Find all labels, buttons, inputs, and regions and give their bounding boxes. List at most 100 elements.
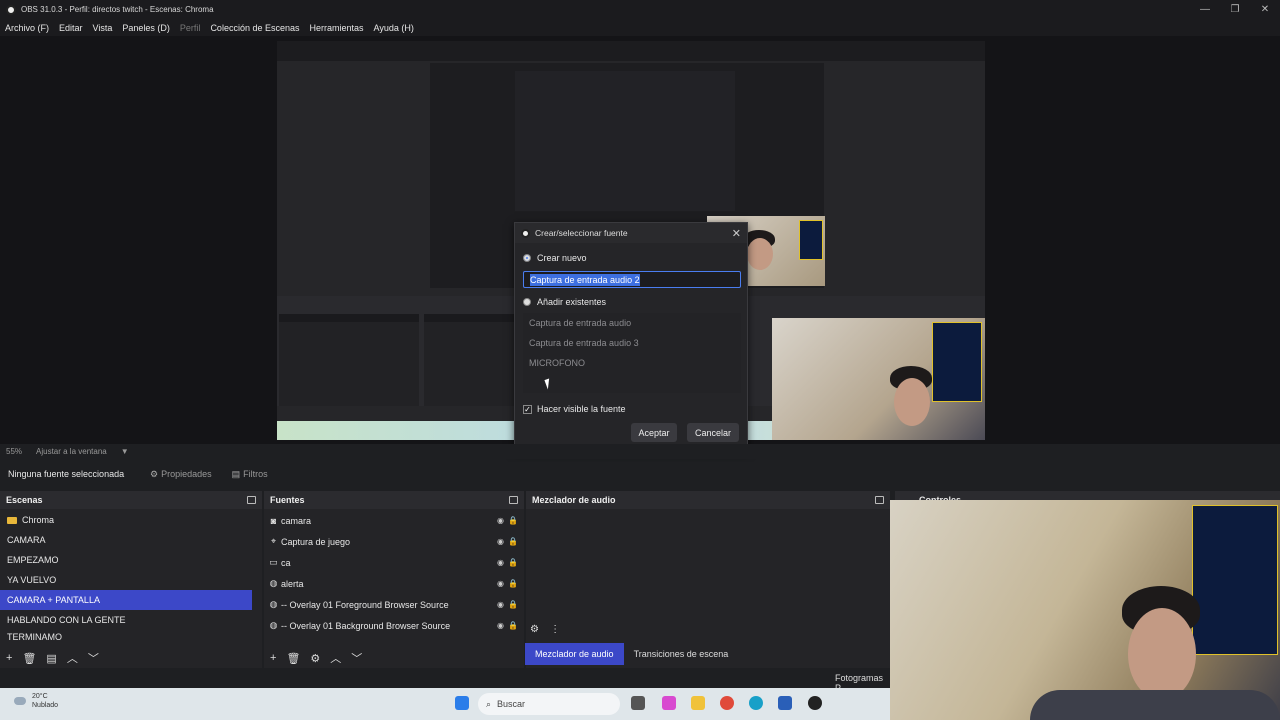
properties-button[interactable]: ⚙ Propiedades: [140, 469, 222, 480]
cancel-button[interactable]: Cancelar: [687, 423, 739, 442]
weather-temp: 20°C: [32, 693, 48, 700]
gear-icon[interactable]: ⚙: [530, 624, 539, 635]
weather-widget[interactable]: 20°C Nublado: [14, 692, 58, 710]
existing-sources-list[interactable]: Captura de entrada audio Captura de entr…: [523, 313, 741, 393]
mixer-tools: ⚙ ⋮: [530, 624, 560, 635]
menu-perfil[interactable]: Perfil: [175, 23, 206, 33]
visible-checkbox[interactable]: ✓ Hacer visible la fuente: [523, 404, 626, 414]
face-image: [894, 378, 930, 426]
trash-icon[interactable]: 🗑: [286, 652, 300, 665]
scene-item-hablando[interactable]: HABLANDO CON LA GENTE: [0, 610, 252, 630]
eye-icon[interactable]: ◉: [497, 621, 504, 630]
scene-item-chroma[interactable]: Chroma: [0, 510, 252, 530]
undock-icon[interactable]: [875, 496, 884, 504]
accept-button[interactable]: Aceptar: [631, 423, 677, 442]
radio-add-existing[interactable]: Añadir existentes: [523, 297, 606, 307]
eye-icon[interactable]: ◉: [497, 600, 504, 609]
taskbar-search[interactable]: ⌕ Buscar: [478, 693, 620, 715]
lock-icon[interactable]: 🔒: [508, 558, 518, 567]
lock-icon[interactable]: 🔒: [508, 621, 518, 630]
chevron-down-icon[interactable]: ﹀: [88, 650, 99, 666]
chevron-down-icon[interactable]: ▼: [121, 447, 129, 456]
chevron-up-icon[interactable]: ︿: [330, 650, 341, 666]
chrome-icon[interactable]: [720, 696, 734, 710]
source-item[interactable]: ⌖ Captura de juego ◉ 🔒: [264, 531, 524, 552]
eye-icon[interactable]: ◉: [497, 537, 504, 546]
gear-icon[interactable]: ⚙: [310, 652, 320, 665]
dialog-close-icon[interactable]: ✕: [732, 227, 741, 240]
filter-icon: ▤: [231, 468, 241, 479]
scene-item-camara[interactable]: CAMARA: [0, 530, 252, 550]
menu-vista[interactable]: Vista: [88, 23, 118, 33]
windows-taskbar: 20°C Nublado ⌕ Buscar: [0, 688, 890, 720]
sources-title: Fuentes: [270, 495, 305, 505]
tab-mezclador-audio[interactable]: Mezclador de audio: [525, 643, 624, 665]
source-label: Captura de juego: [281, 536, 351, 547]
edge-icon[interactable]: [749, 696, 763, 710]
copilot-icon[interactable]: [662, 696, 676, 710]
face-image: [747, 238, 773, 270]
eye-icon[interactable]: ◉: [497, 579, 504, 588]
lock-icon[interactable]: 🔒: [508, 600, 518, 609]
lock-icon[interactable]: 🔒: [508, 537, 518, 546]
eye-icon[interactable]: ◉: [497, 558, 504, 567]
scene-item-empezamo[interactable]: EMPEZAMO: [0, 550, 252, 570]
minimize-button[interactable]: —: [1190, 0, 1220, 19]
zoom-fit-dropdown[interactable]: Ajustar a la ventana: [36, 447, 107, 456]
scenes-header: Escenas: [0, 491, 262, 509]
add-icon[interactable]: +: [6, 652, 12, 664]
properties-bar: Ninguna fuente seleccionada ⚙ Propiedades…: [0, 462, 890, 486]
tab-transiciones[interactable]: Transiciones de escena: [624, 643, 739, 665]
menu-ayuda[interactable]: Ayuda (H): [369, 23, 419, 33]
menu-herramientas[interactable]: Herramientas: [305, 23, 369, 33]
dialog-title-bar: Crear/seleccionar fuente: [515, 223, 747, 243]
existing-source-item[interactable]: Captura de entrada audio 3: [523, 333, 741, 353]
eye-icon[interactable]: ◉: [497, 516, 504, 525]
menu-editar[interactable]: Editar: [54, 23, 88, 33]
chevron-down-icon[interactable]: ﹀: [351, 650, 362, 666]
existing-source-item[interactable]: Captura de entrada audio: [523, 313, 741, 333]
menu-archivo[interactable]: Archivo (F): [0, 23, 54, 33]
add-icon[interactable]: +: [270, 652, 276, 664]
source-item[interactable]: ◍ -- Overlay 01 Foreground Browser Source…: [264, 594, 524, 615]
lock-icon[interactable]: 🔒: [508, 516, 518, 525]
task-view-icon[interactable]: [631, 696, 645, 710]
lock-icon[interactable]: 🔒: [508, 579, 518, 588]
scene-item-terminamo[interactable]: TERMINAMO: [0, 630, 252, 644]
radio-create-new[interactable]: Crear nuevo: [523, 253, 587, 263]
source-item[interactable]: ◍ -- Overlay 01 Background Browser Source…: [264, 615, 524, 636]
source-name-value: Captura de entrada audio 2: [530, 273, 640, 286]
chevron-up-icon[interactable]: ︿: [67, 650, 78, 666]
monitor-icon: ▭: [269, 557, 278, 567]
source-name-input[interactable]: Captura de entrada audio 2: [523, 271, 741, 288]
flag-image: [799, 220, 823, 260]
maximize-button[interactable]: ❐: [1220, 0, 1250, 19]
mixer-tabs: Mezclador de audio Transiciones de escen…: [525, 643, 890, 665]
webcam-preview-image: [772, 318, 985, 440]
undock-icon[interactable]: [247, 496, 256, 504]
scene-item-ya-vuelvo[interactable]: YA VUELVO: [0, 570, 252, 590]
filters-button[interactable]: ▤ Filtros: [222, 469, 278, 480]
file-explorer-icon[interactable]: [691, 696, 705, 710]
store-icon[interactable]: [778, 696, 792, 710]
source-item[interactable]: ◙ camara ◉ 🔒: [264, 510, 524, 531]
filter-icon[interactable]: ▤: [46, 652, 56, 665]
scenes-dock: Escenas Chroma CAMARA EMPEZAMO YA VUELVO…: [0, 491, 262, 668]
more-options-icon[interactable]: ⋮: [550, 624, 560, 635]
menu-paneles[interactable]: Paneles (D): [117, 23, 175, 33]
existing-source-item[interactable]: MICROFONO: [523, 353, 741, 373]
source-label: ca: [281, 557, 291, 568]
windows-start-icon[interactable]: [455, 696, 469, 710]
radio-create-new-label: Crear nuevo: [537, 253, 587, 263]
undock-icon[interactable]: [509, 496, 518, 504]
globe-icon: ◍: [269, 620, 278, 630]
source-item[interactable]: ◍ alerta ◉ 🔒: [264, 573, 524, 594]
source-item[interactable]: ▭ ca ◉ 🔒: [264, 552, 524, 573]
menu-coleccion-escenas[interactable]: Colección de Escenas: [205, 23, 304, 33]
obs-taskbar-icon[interactable]: [808, 696, 822, 710]
scene-item-camara-pantalla[interactable]: CAMARA + PANTALLA: [0, 590, 252, 610]
gear-icon: ⚙: [150, 468, 159, 479]
webcam-overlay-image: [890, 500, 1280, 720]
trash-icon[interactable]: 🗑: [22, 652, 36, 665]
close-window-button[interactable]: ✕: [1250, 0, 1280, 19]
